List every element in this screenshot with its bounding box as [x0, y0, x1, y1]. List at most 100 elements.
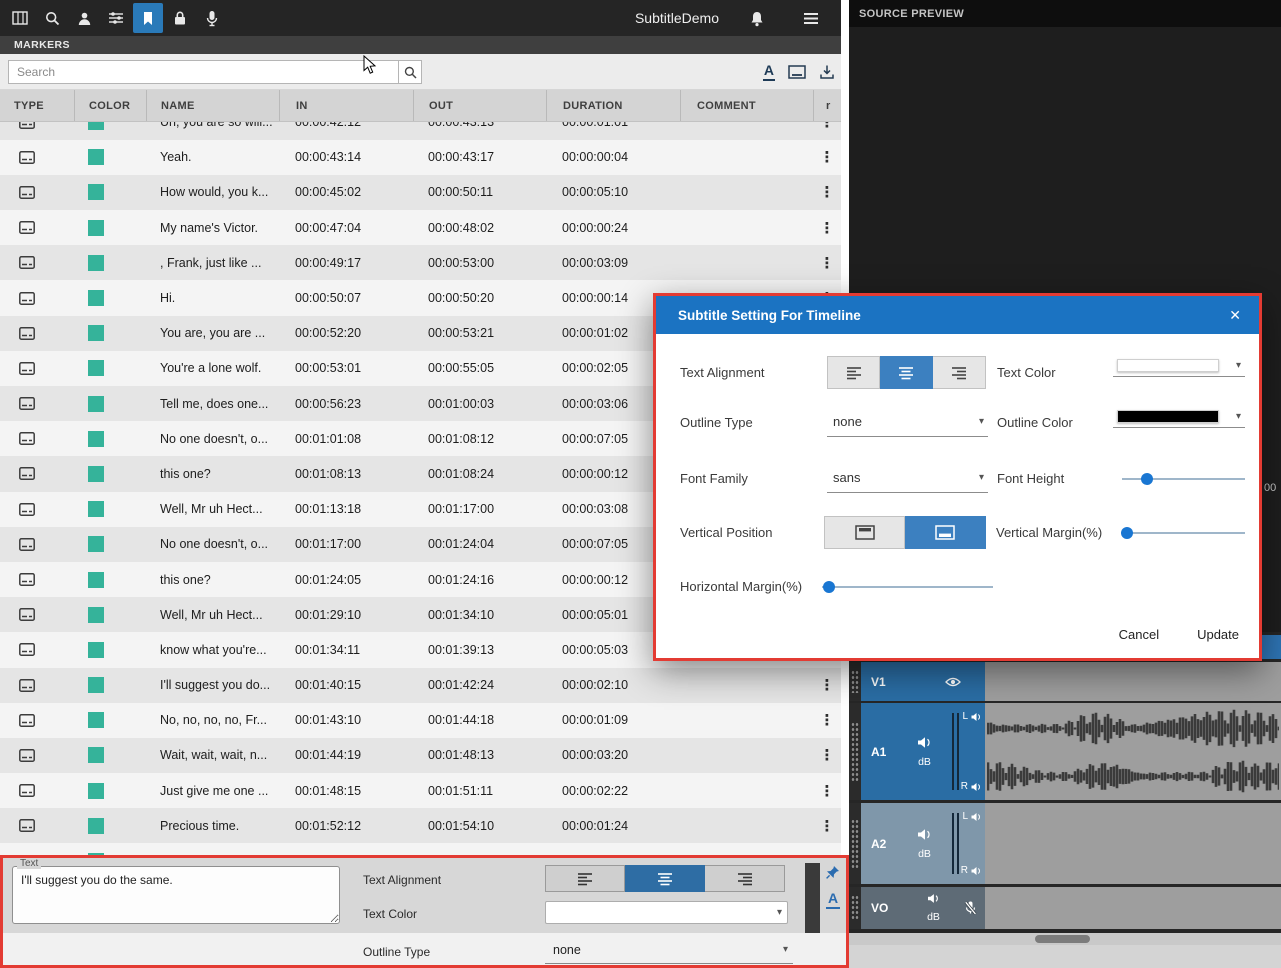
- a2-track-header[interactable]: A2 dB L R: [861, 803, 985, 884]
- marker-color-swatch[interactable]: [88, 325, 104, 341]
- marker-color-swatch[interactable]: [88, 642, 104, 658]
- marker-color-swatch[interactable]: [88, 122, 104, 130]
- v1-track-header[interactable]: V1: [861, 662, 985, 701]
- marker-row[interactable]: Just give me one ...00:01:48:1500:01:51:…: [0, 773, 841, 808]
- a2-track-lane[interactable]: [985, 803, 1281, 884]
- lock-icon[interactable]: [165, 3, 195, 33]
- timeline-hscrollbar[interactable]: [849, 933, 1281, 945]
- marker-color-swatch[interactable]: [88, 783, 104, 799]
- marker-color-swatch[interactable]: [88, 607, 104, 623]
- left-channel-toggle[interactable]: L: [962, 811, 982, 822]
- column-header-comment[interactable]: COMMENT: [680, 90, 813, 121]
- marker-row[interactable]: No, no, no, no, Fr...00:01:43:1000:01:44…: [0, 703, 841, 738]
- marker-menu-button[interactable]: ⋮: [813, 773, 841, 808]
- marker-row[interactable]: Uh, you are so will...00:00:42:1200:00:4…: [0, 122, 841, 140]
- vo-track-lane[interactable]: [985, 887, 1281, 929]
- column-header-in[interactable]: IN: [279, 90, 413, 121]
- column-header-duration[interactable]: DURATION: [546, 90, 680, 121]
- editor-scrollbar[interactable]: [805, 863, 820, 933]
- marker-row[interactable]: ⋮: [0, 843, 841, 855]
- marker-color-swatch[interactable]: [88, 255, 104, 271]
- speaker-icon[interactable]: [917, 828, 932, 841]
- marker-color-swatch[interactable]: [88, 572, 104, 588]
- search-icon[interactable]: [37, 3, 67, 33]
- vertical-position-top-button[interactable]: [824, 516, 905, 549]
- marker-color-swatch[interactable]: [88, 536, 104, 552]
- text-color-select[interactable]: ▾: [1113, 359, 1245, 377]
- right-channel-toggle[interactable]: R: [961, 865, 982, 876]
- marker-color-swatch[interactable]: [88, 396, 104, 412]
- vertical-position-bottom-button[interactable]: [905, 516, 986, 549]
- marker-color-swatch[interactable]: [88, 149, 104, 165]
- eye-icon[interactable]: [945, 676, 961, 687]
- marker-color-swatch[interactable]: [88, 431, 104, 447]
- marker-menu-button[interactable]: ⋮: [813, 210, 841, 245]
- vo-track-header[interactable]: VO dB: [861, 887, 985, 929]
- search-submit-button[interactable]: [398, 60, 422, 84]
- marker-row[interactable]: Wait, wait, wait, n...00:01:44:1900:01:4…: [0, 738, 841, 773]
- align-center-button[interactable]: [625, 865, 705, 892]
- marker-row[interactable]: Yeah.00:00:43:1400:00:43:1700:00:00:04⋮: [0, 140, 841, 175]
- marker-color-swatch[interactable]: [88, 818, 104, 834]
- cancel-button[interactable]: Cancel: [1111, 623, 1167, 646]
- font-height-slider[interactable]: [1122, 472, 1245, 486]
- marker-color-swatch[interactable]: [88, 677, 104, 693]
- column-header-type[interactable]: TYPE: [0, 90, 74, 121]
- video-track-v1[interactable]: V1: [849, 662, 1281, 701]
- track-drag-handle[interactable]: [849, 703, 861, 800]
- marker-menu-button[interactable]: ⋮: [813, 175, 841, 210]
- outline-type-select[interactable]: none ▾: [827, 410, 988, 437]
- align-left-button[interactable]: [545, 865, 625, 892]
- marker-color-swatch[interactable]: [88, 360, 104, 376]
- a1-track-header[interactable]: A1 dB L R: [861, 703, 985, 800]
- slider-thumb[interactable]: [1121, 527, 1133, 539]
- filter-sliders-icon[interactable]: [101, 3, 131, 33]
- marker-menu-button[interactable]: ⋮: [813, 140, 841, 175]
- track-drag-handle[interactable]: [849, 662, 861, 701]
- db-label[interactable]: dB: [918, 756, 931, 768]
- audio-track-a1[interactable]: A1 dB L R: [849, 703, 1281, 800]
- db-label[interactable]: dB: [918, 848, 931, 860]
- marker-menu-button[interactable]: ⋮: [813, 122, 841, 140]
- align-right-button[interactable]: [933, 356, 986, 389]
- subtitle-text-input[interactable]: I'll suggest you do the same.: [12, 866, 340, 924]
- layout-columns-icon[interactable]: [5, 3, 35, 33]
- align-center-button[interactable]: [880, 356, 933, 389]
- marker-menu-button[interactable]: ⋮: [813, 738, 841, 773]
- subtitle-display-icon[interactable]: [788, 65, 806, 79]
- marker-color-swatch[interactable]: [88, 466, 104, 482]
- align-right-button[interactable]: [705, 865, 785, 892]
- right-channel-toggle[interactable]: R: [961, 781, 982, 792]
- slider-thumb[interactable]: [823, 581, 835, 593]
- column-header-out[interactable]: OUT: [413, 90, 546, 121]
- column-header-color[interactable]: COLOR: [74, 90, 146, 121]
- audio-track-a2[interactable]: A2 dB L R: [849, 803, 1281, 884]
- voiceover-track[interactable]: VO dB: [849, 887, 1281, 929]
- marker-row[interactable]: Precious time.00:01:52:1200:01:54:1000:0…: [0, 808, 841, 843]
- left-channel-toggle[interactable]: L: [962, 711, 982, 722]
- slider-thumb[interactable]: [1141, 473, 1153, 485]
- horizontal-margin-slider[interactable]: [822, 580, 993, 594]
- close-icon[interactable]: ✕: [1225, 305, 1245, 326]
- text-color-select[interactable]: ▾: [545, 901, 788, 924]
- marker-color-swatch[interactable]: [88, 184, 104, 200]
- v1-track-lane[interactable]: [985, 662, 1281, 701]
- import-icon[interactable]: [819, 64, 835, 80]
- marker-menu-button[interactable]: ⋮: [813, 703, 841, 738]
- marker-menu-button[interactable]: ⋮: [813, 808, 841, 843]
- marker-row[interactable]: My name's Victor.00:00:47:0400:00:48:020…: [0, 210, 841, 245]
- pin-icon[interactable]: [825, 865, 840, 880]
- marker-color-swatch[interactable]: [88, 501, 104, 517]
- outline-type-select[interactable]: none ▾: [545, 939, 793, 964]
- menu-icon[interactable]: [796, 3, 826, 33]
- db-label[interactable]: dB: [927, 911, 940, 923]
- microphone-icon[interactable]: [197, 3, 227, 33]
- marker-color-swatch[interactable]: [88, 220, 104, 236]
- marker-menu-button[interactable]: ⋮: [813, 245, 841, 280]
- markers-icon[interactable]: [133, 3, 163, 33]
- marker-row[interactable]: How would, you k...00:00:45:0200:00:50:1…: [0, 175, 841, 210]
- user-icon[interactable]: [69, 3, 99, 33]
- marker-color-swatch[interactable]: [88, 747, 104, 763]
- track-drag-handle[interactable]: [849, 887, 861, 929]
- text-format-icon[interactable]: A: [763, 63, 775, 81]
